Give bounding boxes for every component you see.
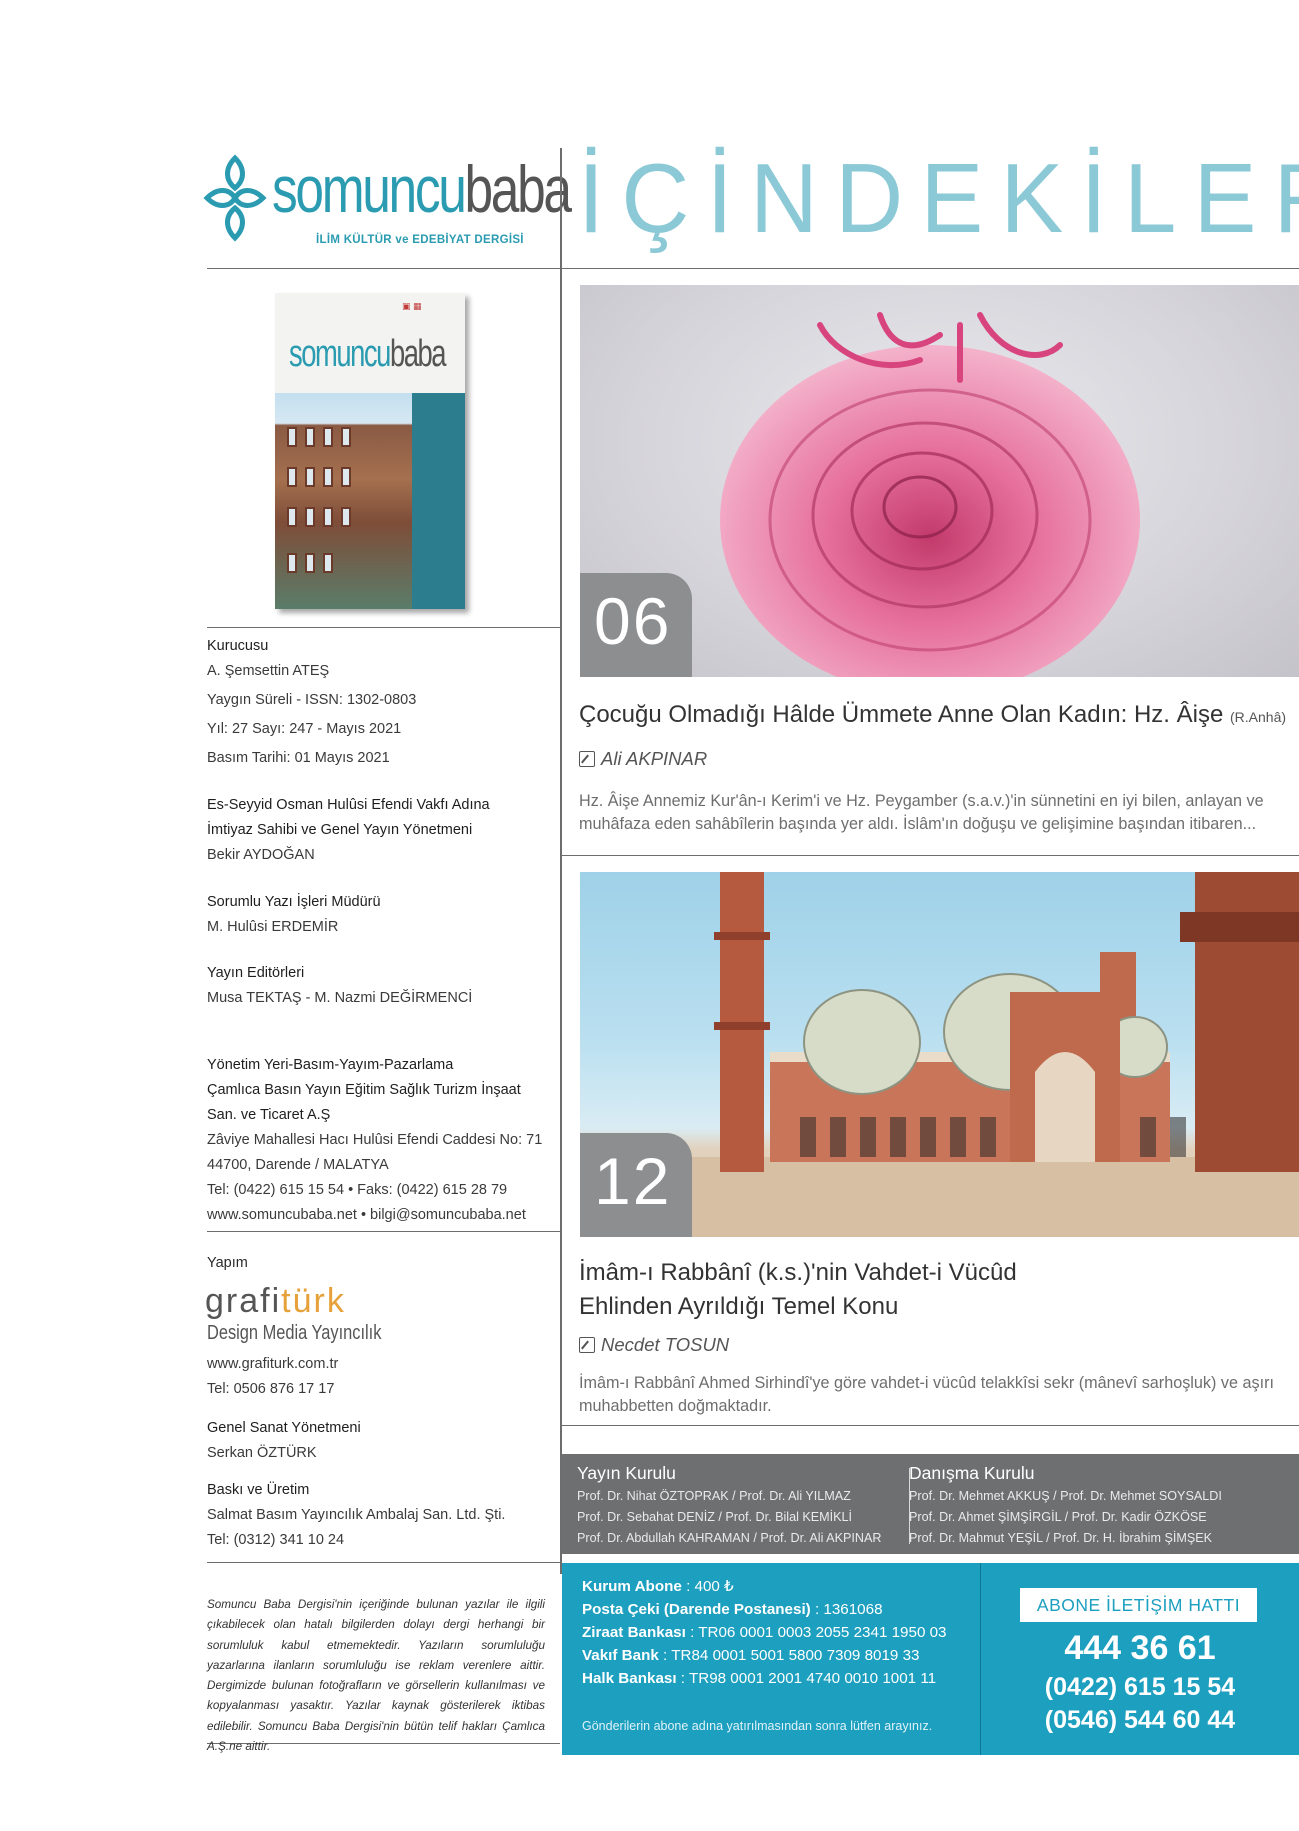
- column-divider: [560, 148, 562, 1574]
- cover-contents-strip: [412, 393, 465, 609]
- article-number-badge: 12: [580, 1133, 692, 1237]
- divider: [207, 627, 560, 629]
- advisory-board-title: Danışma Kurulu: [909, 1463, 1035, 1483]
- web-mail: www.somuncubaba.net • bilgi@somuncubaba.…: [207, 1207, 526, 1223]
- issue-line: Yıl: 27 Sayı: 247 - Mayıs 2021: [207, 721, 402, 737]
- grafiturk-logo: grafitürk: [205, 1282, 346, 1320]
- grafiturk-web: www.grafiturk.com.tr: [207, 1356, 339, 1372]
- editor-block: Sorumlu Yazı İşleri Müdürü M. Hulûsi ERD…: [207, 890, 381, 940]
- page-title: İÇİNDEKİLER: [578, 143, 1299, 253]
- divider: [207, 1562, 560, 1564]
- disclaimer-text: Somuncu Baba Dergisi'nin içeriğinde bulu…: [207, 1598, 545, 1754]
- pub-editors-label: Yayın Editörleri: [207, 965, 305, 981]
- pen-icon: [579, 751, 595, 767]
- divider: [562, 855, 1299, 857]
- founder-label: Kurucusu: [207, 638, 269, 654]
- founder-name: A. Şemsettin ATEŞ: [207, 663, 330, 679]
- article-number-badge: 06: [580, 573, 692, 677]
- address-line-1: Zâviye Mahallesi Hacı Hulûsi Efendi Cadd…: [207, 1132, 543, 1148]
- editor-name: M. Hulûsi ERDEMİR: [207, 919, 339, 935]
- grafiturk-tel: Tel: 0506 876 17 17: [207, 1381, 335, 1397]
- founder-block: Kurucusu A. Şemsettin ATEŞ Yaygın Süreli…: [207, 634, 416, 771]
- owner-label-2: İmtiyaz Sahibi ve Genel Yayın Yönetmeni: [207, 822, 473, 838]
- grafiturk-contact: www.grafiturk.com.tr Tel: 0506 876 17 17: [207, 1352, 338, 1402]
- hotline-number-2[interactable]: (0422) 615 15 54: [981, 1673, 1299, 1702]
- editorial-boards-panel: Yayın Kurulu Prof. Dr. Nihat ÖZTOPRAK / …: [562, 1454, 1299, 1554]
- art-director-block: Genel Sanat Yönetmeni Serkan ÖZTÜRK: [207, 1416, 361, 1466]
- article-excerpt: Hz. Âişe Annemiz Kur'ân-ı Kerim'i ve Hz.…: [579, 792, 1264, 833]
- divider: [207, 1231, 560, 1233]
- company-line-2: San. ve Ticaret A.Ş: [207, 1107, 331, 1123]
- pen-icon: [579, 1337, 595, 1353]
- institution-line: Kurum Abone : 400 ₺: [582, 1578, 734, 1595]
- address-line-2: 44700, Darende / MALATYA: [207, 1157, 389, 1173]
- subscription-note: Gönderilerin abone adına yatırılmasından…: [582, 1719, 933, 1733]
- issn-line: Yaygın Süreli - ISSN: 1302-0803: [207, 692, 417, 708]
- article-excerpt: İmâm-ı Rabbânî Ahmed Sirhindî'ye göre va…: [579, 1374, 1274, 1415]
- management-label: Yönetim Yeri-Basım-Yayım-Pazarlama: [207, 1057, 454, 1073]
- phone-fax: Tel: (0422) 615 15 54 • Faks: (0422) 615…: [207, 1182, 508, 1198]
- hotline-number-3[interactable]: (0546) 544 60 44: [981, 1706, 1299, 1735]
- print-tel: Tel: (0312) 341 10 24: [207, 1532, 345, 1548]
- article-title[interactable]: Çocuğu Olmadığı Hâlde Ümmete Anne Olan K…: [579, 698, 1286, 734]
- grafiturk-subtitle: Design Media Yayıncılık: [207, 1322, 382, 1344]
- cover-photo: [275, 393, 412, 609]
- publication-board-title: Yayın Kurulu: [577, 1463, 676, 1483]
- hotline-number-main[interactable]: 444 36 61: [981, 1629, 1299, 1668]
- header-rule: [207, 268, 1299, 270]
- print-date-line: Basım Tarihi: 01 Mayıs 2021: [207, 750, 390, 766]
- editor-label: Sorumlu Yazı İşleri Müdürü: [207, 894, 381, 910]
- owner-name: Bekir AYDOĞAN: [207, 847, 315, 863]
- magazine-logo: somuncubaba İLİM KÜLTÜR ve EDEBİYAT DERG…: [203, 150, 572, 250]
- magazine-cover-image: ▣ ▦ somuncubaba: [275, 293, 465, 609]
- owner-label-1: Es-Seyyid Osman Hulûsi Efendi Vakfı Adın…: [207, 797, 490, 813]
- print-block: Baskı ve Üretim Salmat Basım Yayıncılık …: [207, 1478, 505, 1553]
- article-author: Ali AKPINAR: [579, 748, 707, 770]
- ziraat-line: Ziraat Bankası : TR06 0001 0003 2055 234…: [582, 1624, 947, 1641]
- production-label: Yapım: [207, 1255, 248, 1271]
- subscription-panel: Kurum Abone : 400 ₺ Posta Çeki (Darende …: [562, 1563, 980, 1755]
- pub-editors-block: Yayın Editörleri Musa TEKTAŞ - M. Nazmi …: [207, 961, 472, 1011]
- art-director-name: Serkan ÖZTÜRK: [207, 1445, 317, 1461]
- logo-wordmark: somuncubaba: [272, 152, 572, 226]
- advisory-board-list: Prof. Dr. Mehmet AKKUŞ / Prof. Dr. Mehme…: [909, 1489, 1222, 1545]
- halk-line: Halk Bankası : TR98 0001 2001 4740 0010 …: [582, 1670, 937, 1687]
- management-block: Yönetim Yeri-Basım-Yayım-Pazarlama Çamlı…: [207, 1053, 542, 1228]
- post-line: Posta Çeki (Darende Postanesi) : 1361068: [582, 1601, 883, 1618]
- article-author: Necdet TOSUN: [579, 1334, 729, 1356]
- print-label: Baskı ve Üretim: [207, 1482, 310, 1498]
- vakif-line: Vakıf Bank : TR84 0001 5001 5800 7309 80…: [582, 1647, 920, 1664]
- divider: [562, 1425, 1299, 1427]
- company-line-1: Çamlıca Basın Yayın Eğitim Sağlık Turizm…: [207, 1082, 521, 1098]
- cover-logo: somuncubaba: [289, 333, 446, 375]
- hotline-panel: ABONE İLETİŞİM HATTI 444 36 61 (0422) 61…: [980, 1563, 1299, 1755]
- ornament-logo-icon: [203, 154, 267, 242]
- hotline-label: ABONE İLETİŞİM HATTI: [1020, 1588, 1257, 1622]
- cover-badge: ▣ ▦: [402, 301, 422, 311]
- logo-tagline: İLİM KÜLTÜR ve EDEBİYAT DERGİSİ: [316, 234, 524, 246]
- print-company: Salmat Basım Yayıncılık Ambalaj San. Ltd…: [207, 1507, 506, 1523]
- publication-board-list: Prof. Dr. Nihat ÖZTOPRAK / Prof. Dr. Ali…: [577, 1489, 882, 1545]
- bank-details: Kurum Abone : 400 ₺ Posta Çeki (Darende …: [582, 1575, 947, 1690]
- pub-editors-names: Musa TEKTAŞ - M. Nazmi DEĞİRMENCİ: [207, 990, 473, 1006]
- art-director-label: Genel Sanat Yönetmeni: [207, 1420, 361, 1436]
- owner-block: Es-Seyyid Osman Hulûsi Efendi Vakfı Adın…: [207, 793, 490, 868]
- article-title[interactable]: İmâm-ı Rabbânî (k.s.)'nin Vahdet-i Vücûd…: [579, 1256, 1017, 1324]
